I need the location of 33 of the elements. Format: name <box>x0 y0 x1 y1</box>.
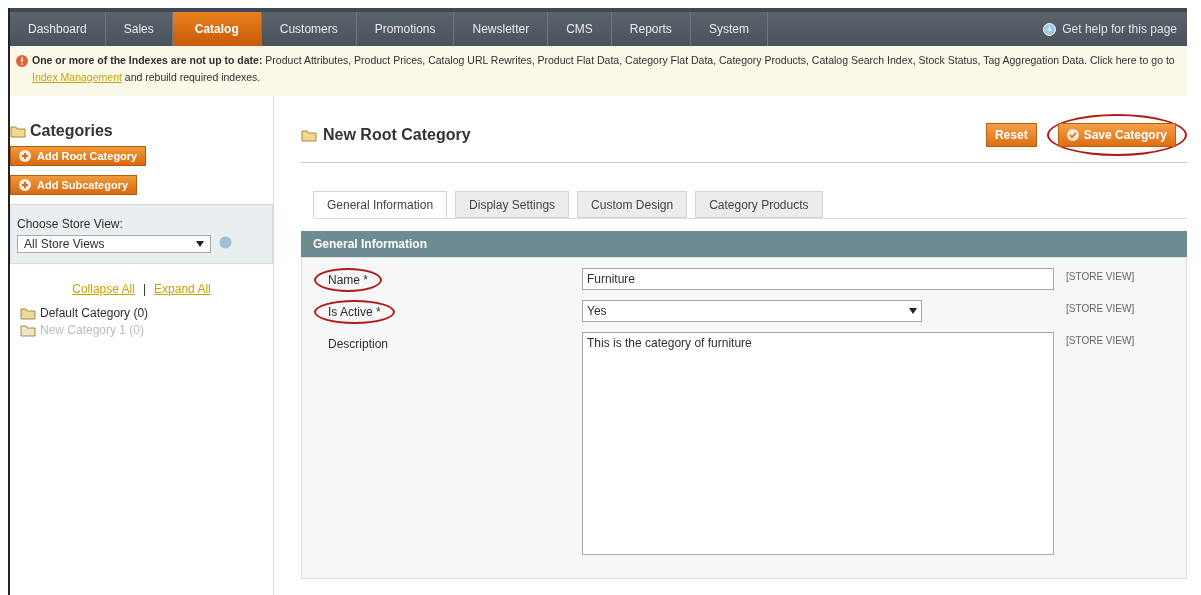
page-title: New Root Category <box>323 126 471 144</box>
field-label: Name * <box>327 272 369 289</box>
folder-icon <box>20 306 36 320</box>
warning-icon <box>16 55 28 67</box>
name-input[interactable]: Furniture <box>582 268 1054 290</box>
nav-tab[interactable]: Catalog <box>172 12 262 46</box>
form-tab[interactable]: Display Settings <box>455 191 570 218</box>
categories-title: Categories <box>30 122 113 140</box>
dropdown-arrow-icon <box>196 241 204 247</box>
is-active-select[interactable]: Yes <box>582 300 922 322</box>
plus-icon <box>19 179 31 191</box>
check-icon <box>1066 129 1079 141</box>
store-view-label: Choose Store View: <box>17 217 124 231</box>
folder-icon <box>20 323 36 337</box>
plus-icon <box>19 150 31 162</box>
dropdown-arrow-icon <box>909 308 917 314</box>
section-header: General Information <box>301 231 1187 257</box>
folder-icon <box>10 124 26 138</box>
field-label: Description <box>327 336 390 353</box>
category-tree-item[interactable]: Default Category (0) <box>40 306 149 320</box>
description-textarea[interactable]: This is the category of furniture <box>582 332 1054 555</box>
form-tab[interactable]: Category Products <box>695 191 823 218</box>
link-separator: | <box>142 282 147 296</box>
scope-label: [STORE VIEW] <box>1065 270 1136 284</box>
field-label: Is Active * <box>327 304 382 321</box>
form-tab[interactable]: General Information <box>313 191 448 218</box>
scope-label: [STORE VIEW] <box>1065 334 1136 348</box>
scope-label: [STORE VIEW] <box>1065 302 1136 316</box>
store-view-select[interactable]: All Store Views <box>17 235 211 253</box>
form-tab[interactable]: Custom Design <box>577 191 688 218</box>
folder-icon <box>301 128 317 142</box>
help-link[interactable]: Get help for this page <box>1062 22 1177 36</box>
index-warning-message: One or more of the Indexes are not up to date: Product Attributes, Product Prices, Catalog URL Rewrites, Product Flat Data, Category Flat Data, Category Products, Catalog Search Index, Stock Status, Tag Aggregation Data. Click here to go to Index Management and rebuild required indexes. <box>32 53 1176 85</box>
